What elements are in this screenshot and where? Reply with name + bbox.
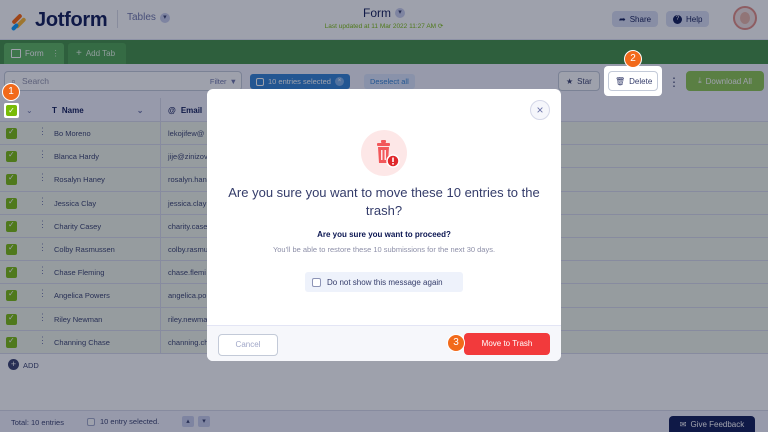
dialog-subtext: You'll be able to restore these 10 submi… [272,245,496,254]
confirm-trash-dialog: × Are you sure you want to move these 10… [207,89,561,361]
dont-show-again-checkbox[interactable]: Do not show this message again [305,272,463,292]
close-icon[interactable]: × [530,100,550,120]
step-badge-2: 2 [624,50,642,68]
step-badge-3: 3 [447,334,465,352]
delete-button[interactable]: 🗑 Delete [608,71,658,91]
dialog-question: Are you sure you want to proceed? [317,230,451,239]
dialog-heading: Are you sure you want to move these 10 e… [228,185,540,218]
delete-button-highlight: 🗑 Delete [604,66,662,96]
cancel-button[interactable]: Cancel [218,334,278,356]
move-to-trash-button[interactable]: Move to Trash [464,333,550,355]
delete-label: Delete [629,76,653,86]
dont-show-again-label: Do not show this message again [327,277,443,287]
step-badge-1: 1 [2,83,20,101]
select-all-checkbox[interactable] [4,103,19,118]
dialog-footer: Cancel Move to Trash [207,325,561,361]
checkbox-icon[interactable] [312,277,321,287]
trash-warning-icon [361,130,407,176]
trash-icon: 🗑 [615,76,626,86]
